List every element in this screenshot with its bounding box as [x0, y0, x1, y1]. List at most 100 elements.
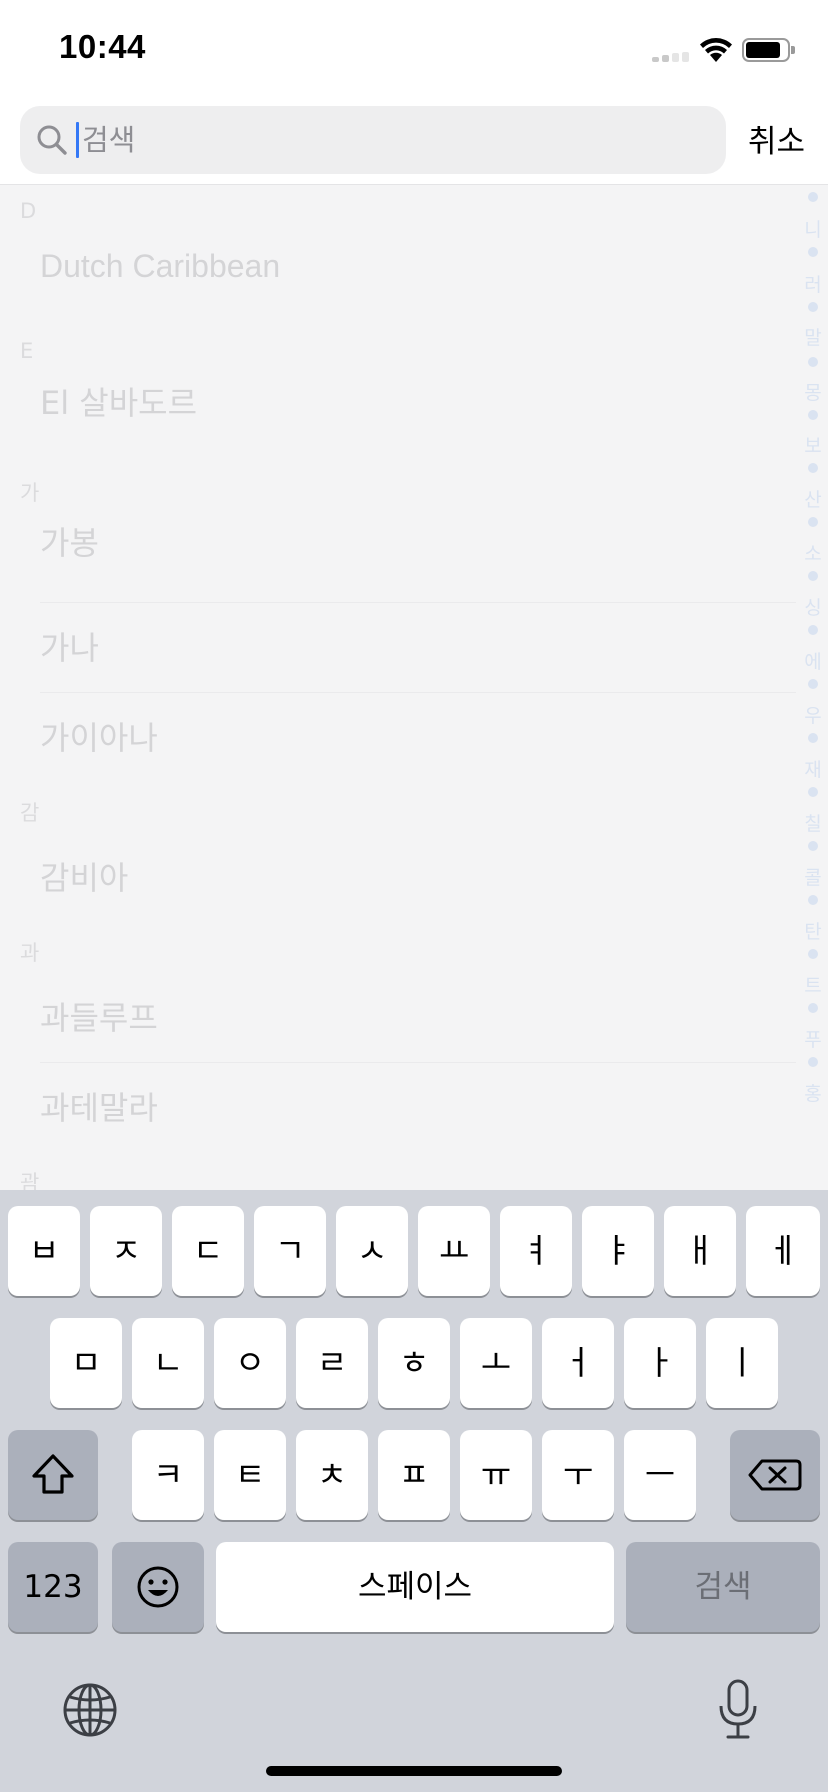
index-dot [808, 949, 818, 959]
index-dot [808, 733, 818, 743]
cellular-signal-icon [652, 52, 692, 62]
numbers-key[interactable]: 123 [8, 1542, 98, 1632]
index-letter[interactable]: 소 [800, 539, 826, 566]
list-item[interactable]: 가봉 [40, 513, 796, 603]
index-dot [808, 841, 818, 851]
key-n[interactable]: ㄴ [132, 1318, 204, 1408]
emoji-key[interactable] [112, 1542, 204, 1632]
section-header-ga: 가 [20, 481, 40, 505]
key-i[interactable]: ㅣ [706, 1318, 778, 1408]
list-item-label: 과들루프 [40, 999, 158, 1037]
list-item[interactable]: 감비아 [40, 833, 796, 923]
index-letter[interactable]: 푸 [800, 1025, 826, 1052]
search-field[interactable] [20, 106, 726, 174]
battery-icon [742, 38, 795, 62]
key-yeo[interactable]: ㅕ [500, 1206, 572, 1296]
index-dot [808, 410, 818, 420]
backspace-icon [748, 1459, 802, 1491]
list-item[interactable]: 과테말라 [40, 1063, 796, 1153]
index-letter[interactable]: 재 [800, 755, 826, 782]
section-index[interactable]: 니 러 말 몽 보 산 소 싱 에 우 재 칠 콜 탄 트 푸 홍 [800, 185, 828, 1185]
key-yu[interactable]: ㅠ [460, 1430, 532, 1520]
korean-keyboard: ㅂ ㅈ ㄷ ㄱ ㅅ ㅛ ㅕ ㅑ ㅐ ㅔ ㅁ ㄴ ㅇ ㄹ ㅎ ㅗ ㅓ ㅏ ㅣ ㅋ … [0, 1190, 828, 1792]
delete-key[interactable] [730, 1430, 820, 1520]
key-ae[interactable]: ㅐ [664, 1206, 736, 1296]
list-item-label: 감비아 [40, 859, 129, 897]
key-g[interactable]: ㄱ [254, 1206, 326, 1296]
index-letter[interactable]: 트 [800, 971, 826, 998]
key-ya[interactable]: ㅑ [582, 1206, 654, 1296]
index-letter[interactable]: 보 [800, 431, 826, 458]
section-header-d: D [20, 199, 37, 223]
index-letter[interactable]: 몽 [800, 378, 826, 405]
index-dot [808, 247, 818, 257]
key-eu[interactable]: ㅡ [624, 1430, 696, 1520]
index-dot [808, 787, 818, 797]
key-d[interactable]: ㄷ [172, 1206, 244, 1296]
index-letter[interactable]: 말 [800, 323, 826, 350]
key-b[interactable]: ㅂ [8, 1206, 80, 1296]
section-header-gwam: 괌 [20, 1171, 40, 1190]
section-header-gam: 감 [20, 801, 40, 825]
index-letter[interactable]: 에 [800, 647, 826, 674]
microphone-icon[interactable] [716, 1678, 760, 1742]
key-e[interactable]: ㅔ [746, 1206, 820, 1296]
cancel-button[interactable]: 취소 [748, 116, 805, 161]
wifi-icon [700, 38, 732, 62]
index-letter[interactable]: 칠 [800, 809, 826, 836]
key-r[interactable]: ㄹ [296, 1318, 368, 1408]
index-letter[interactable]: 러 [800, 270, 826, 297]
key-j[interactable]: ㅈ [90, 1206, 162, 1296]
search-input[interactable] [82, 114, 682, 166]
status-time: 10:44 [59, 28, 146, 65]
key-ng[interactable]: ㅇ [214, 1318, 286, 1408]
search-key[interactable]: 검색 [626, 1542, 820, 1632]
index-letter[interactable]: 콜 [800, 863, 826, 890]
index-letter[interactable]: 탄 [800, 917, 826, 944]
key-a[interactable]: ㅏ [624, 1318, 696, 1408]
globe-icon[interactable] [62, 1682, 118, 1738]
key-u[interactable]: ㅜ [542, 1430, 614, 1520]
list-item-label: 가나 [40, 629, 99, 667]
key-p[interactable]: ㅍ [378, 1430, 450, 1520]
emoji-icon [137, 1566, 179, 1608]
list-item[interactable]: El 살바도르 [40, 358, 796, 448]
index-dot [808, 571, 818, 581]
screen: 10:44 취소 D D [0, 0, 828, 1792]
index-dot [808, 1003, 818, 1013]
key-s[interactable]: ㅅ [336, 1206, 408, 1296]
key-t[interactable]: ㅌ [214, 1430, 286, 1520]
index-letter[interactable]: 니 [800, 215, 826, 242]
space-key[interactable]: 스페이스 [216, 1542, 614, 1632]
shift-key[interactable] [8, 1430, 98, 1520]
section-header-e: E [20, 339, 34, 363]
key-eo[interactable]: ㅓ [542, 1318, 614, 1408]
list-item[interactable]: 가나 [40, 603, 796, 693]
list-item[interactable]: Dutch Caribbean [40, 221, 796, 311]
list-item-label: El 살바도르 [40, 384, 198, 422]
key-yo[interactable]: ㅛ [418, 1206, 490, 1296]
index-dot [808, 517, 818, 527]
country-list: D Dutch Caribbean E El 살바도르 가 가봉 가나 가이아나… [0, 184, 828, 1190]
list-item-label: 가이아나 [40, 719, 158, 757]
shift-arrow-icon [32, 1454, 74, 1494]
key-o[interactable]: ㅗ [460, 1318, 532, 1408]
index-letter[interactable]: 산 [800, 485, 826, 512]
index-dot [808, 625, 818, 635]
key-ch[interactable]: ㅊ [296, 1430, 368, 1520]
section-header-gwa: 과 [20, 941, 40, 965]
key-h[interactable]: ㅎ [378, 1318, 450, 1408]
index-dot [808, 895, 818, 905]
home-indicator[interactable] [266, 1766, 562, 1776]
index-letter[interactable]: 싱 [800, 593, 826, 620]
key-k[interactable]: ㅋ [132, 1430, 204, 1520]
index-dot [808, 1057, 818, 1067]
text-caret [76, 122, 79, 158]
list-item-label: 가봉 [40, 524, 99, 562]
list-item[interactable]: 가이아나 [40, 693, 796, 783]
key-m[interactable]: ㅁ [50, 1318, 122, 1408]
list-item[interactable]: 과들루프 [40, 973, 796, 1063]
index-letter[interactable]: 홍 [800, 1079, 826, 1106]
index-letter[interactable]: 우 [800, 701, 826, 728]
list-item-label: 과테말라 [40, 1089, 158, 1127]
